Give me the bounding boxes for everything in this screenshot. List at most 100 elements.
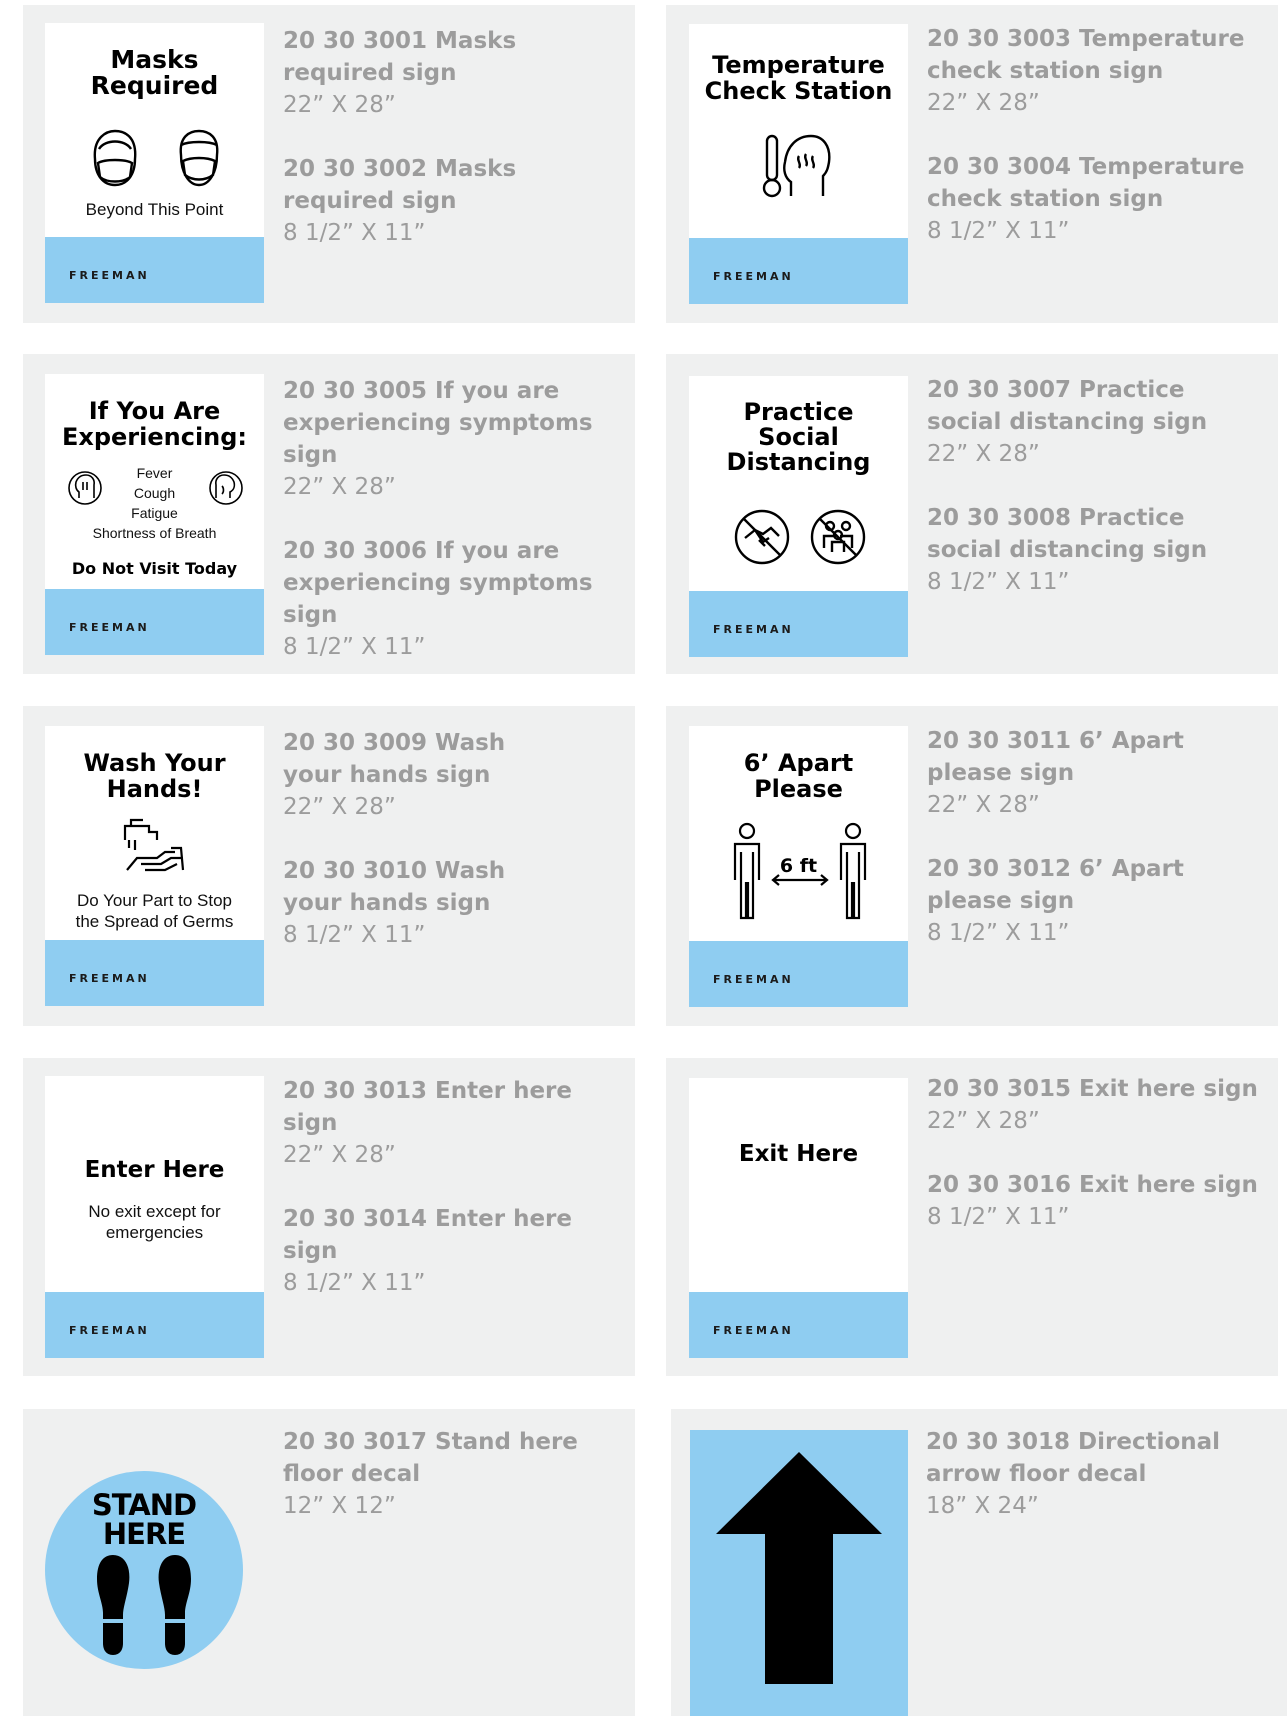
no-handshake-icon [734, 509, 790, 565]
sign-color-band: FREEMAN [45, 237, 264, 303]
product-size: 8 1/2” X 11” [927, 218, 1070, 244]
symptoms-sign-thumbnail[interactable]: If You Are Experiencing: Fever Cough Fat… [45, 374, 264, 655]
product-option: 20 30 3015 Exit here sign 22” X 28” [927, 1073, 1272, 1137]
product-card-apart: 6’ Apart Please 6 ft FREEMAN 20 30 3011 … [666, 706, 1278, 1026]
sign-title: Temperature Check Station [704, 51, 893, 105]
product-card-symptoms: If You Are Experiencing: Fever Cough Fat… [23, 354, 635, 674]
face-mask-icon [93, 129, 219, 187]
product-name[interactable]: 20 30 3007 Practice social distancing si… [927, 374, 1272, 438]
product-option: 20 30 3010 Wash your hands sign 8 1/2” X… [283, 855, 628, 951]
thermometer-head-icon [762, 134, 831, 198]
temperature-sign-thumbnail[interactable]: Temperature Check Station FREEMAN [689, 24, 908, 304]
arrow-up-icon [716, 1452, 882, 1684]
product-size: 8 1/2” X 11” [283, 1270, 426, 1296]
product-card-enter: Enter Here No exit except for emergencie… [23, 1058, 635, 1376]
sign-color-band: FREEMAN [689, 591, 908, 657]
product-info: 20 30 3001 Masks required sign 22” X 28”… [283, 25, 623, 281]
product-size: 22” X 28” [283, 474, 396, 500]
apart-sign-thumbnail[interactable]: 6’ Apart Please 6 ft FREEMAN [689, 726, 908, 1007]
product-name[interactable]: 20 30 3017 Stand here floor decal [283, 1426, 628, 1490]
product-name[interactable]: 20 30 3006 If you are experiencing sympt… [283, 535, 628, 631]
sign-footer-text: Do Not Visit Today [71, 559, 238, 578]
sign-title: Masks Required [90, 45, 219, 100]
brand-logo: FREEMAN [713, 1324, 794, 1337]
sign-color-band: FREEMAN [45, 1292, 264, 1358]
product-info: 20 30 3011 6’ Apart please sign 22” X 28… [927, 725, 1272, 981]
product-name[interactable]: 20 30 3004 Temperature check station sig… [927, 151, 1272, 215]
product-card-masks: Masks Required Beyond This Point FREEMAN… [23, 5, 635, 323]
symptom-item: Fatigue [131, 505, 178, 521]
arrow-decal-thumbnail[interactable] [690, 1430, 908, 1716]
product-name[interactable]: 20 30 3016 Exit here sign [927, 1169, 1272, 1201]
product-info: 20 30 3017 Stand here floor decal 12” X … [283, 1426, 628, 1554]
brand-logo: FREEMAN [713, 270, 794, 283]
product-option: 20 30 3011 6’ Apart please sign 22” X 28… [927, 725, 1272, 821]
product-card-arrow: 20 30 3018 Directional arrow floor decal… [671, 1409, 1287, 1716]
product-name[interactable]: 20 30 3015 Exit here sign [927, 1073, 1272, 1105]
distance-label: 6 ft [779, 855, 818, 877]
product-option: 20 30 3002 Masks required sign 8 1/2” X … [283, 153, 623, 249]
decal-title: STAND HERE [91, 1488, 197, 1551]
product-name[interactable]: 20 30 3013 Enter here sign [283, 1075, 628, 1139]
product-info: 20 30 3013 Enter here sign 22” X 28” 20 … [283, 1075, 628, 1331]
sign-title: Practice Social Distancing [726, 398, 871, 476]
product-option: 20 30 3012 6’ Apart please sign 8 1/2” X… [927, 853, 1272, 949]
product-size: 12” X 12” [283, 1493, 396, 1519]
product-name[interactable]: 20 30 3018 Directional arrow floor decal [926, 1426, 1271, 1490]
exit-sign-thumbnail[interactable]: Exit Here FREEMAN [689, 1078, 908, 1358]
product-card-stand: STAND HERE 20 30 3017 Stand here floor d… [23, 1409, 635, 1716]
footprints-icon [97, 1555, 191, 1655]
product-size: 22” X 28” [283, 794, 396, 820]
distancing-sign-thumbnail[interactable]: Practice Social Distancing FREEMAN [689, 376, 908, 657]
product-card-distancing: Practice Social Distancing FREEMAN 20 30… [666, 354, 1278, 674]
product-option: 20 30 3016 Exit here sign 8 1/2” X 11” [927, 1169, 1272, 1233]
sign-title: If You Are Experiencing: [61, 397, 248, 451]
symptom-item: Fever [136, 465, 173, 481]
product-card-wash: Wash Your Hands! Do Your Part to Stop th… [23, 706, 635, 1026]
product-size: 22” X 28” [927, 90, 1040, 116]
brand-logo: FREEMAN [713, 973, 794, 986]
symptom-list: Fever Cough Fatigue Shortness of Breath [45, 463, 264, 543]
product-size: 8 1/2” X 11” [283, 634, 426, 660]
masks-sign-thumbnail[interactable]: Masks Required Beyond This Point FREEMAN [45, 23, 264, 303]
enter-sign-thumbnail[interactable]: Enter Here No exit except for emergencie… [45, 1076, 264, 1358]
product-name[interactable]: 20 30 3001 Masks required sign [283, 25, 623, 89]
sign-title: Enter Here [84, 1157, 225, 1183]
product-option: 20 30 3008 Practice social distancing si… [927, 502, 1272, 598]
wash-sign-thumbnail[interactable]: Wash Your Hands! Do Your Part to Stop th… [45, 726, 264, 1006]
sign-subtitle: Beyond This Point [85, 200, 224, 219]
product-name[interactable]: 20 30 3014 Enter here sign [283, 1203, 628, 1267]
product-option: 20 30 3005 If you are experiencing sympt… [283, 375, 628, 503]
product-option: 20 30 3009 Wash your hands sign 22” X 28… [283, 727, 628, 823]
product-name[interactable]: 20 30 3005 If you are experiencing sympt… [283, 375, 628, 471]
product-name[interactable]: 20 30 3008 Practice social distancing si… [927, 502, 1272, 566]
no-crowd-icon [810, 509, 866, 565]
product-info: 20 30 3003 Temperature check station sig… [927, 23, 1272, 279]
product-option: 20 30 3017 Stand here floor decal 12” X … [283, 1426, 628, 1522]
brand-logo: FREEMAN [69, 972, 150, 985]
brand-logo: FREEMAN [69, 621, 150, 634]
hand-wash-icon [123, 818, 185, 872]
product-option: 20 30 3004 Temperature check station sig… [927, 151, 1272, 247]
product-name[interactable]: 20 30 3010 Wash your hands sign [283, 855, 628, 919]
product-size: 22” X 28” [283, 92, 396, 118]
sign-color-band: FREEMAN [45, 940, 264, 1006]
sign-title: Exit Here [738, 1141, 859, 1167]
product-size: 22” X 28” [283, 1142, 396, 1168]
product-name[interactable]: 20 30 3003 Temperature check station sig… [927, 23, 1272, 87]
product-name[interactable]: 20 30 3009 Wash your hands sign [283, 727, 628, 791]
product-info: 20 30 3018 Directional arrow floor decal… [926, 1426, 1271, 1554]
product-option: 20 30 3014 Enter here sign 8 1/2” X 11” [283, 1203, 628, 1299]
sign-subtitle: No exit except for emergencies [88, 1202, 221, 1242]
product-option: 20 30 3006 If you are experiencing sympt… [283, 535, 628, 663]
product-info: 20 30 3007 Practice social distancing si… [927, 374, 1272, 630]
product-size: 8 1/2” X 11” [927, 1204, 1070, 1230]
brand-logo: FREEMAN [69, 269, 150, 282]
product-option: 20 30 3003 Temperature check station sig… [927, 23, 1272, 119]
product-card-temperature: Temperature Check Station FREEMAN 20 30 … [666, 5, 1278, 323]
product-size: 22” X 28” [927, 792, 1040, 818]
product-name[interactable]: 20 30 3012 6’ Apart please sign [927, 853, 1272, 917]
product-name[interactable]: 20 30 3002 Masks required sign [283, 153, 623, 217]
product-name[interactable]: 20 30 3011 6’ Apart please sign [927, 725, 1272, 789]
stand-decal-thumbnail[interactable]: STAND HERE [45, 1471, 243, 1669]
